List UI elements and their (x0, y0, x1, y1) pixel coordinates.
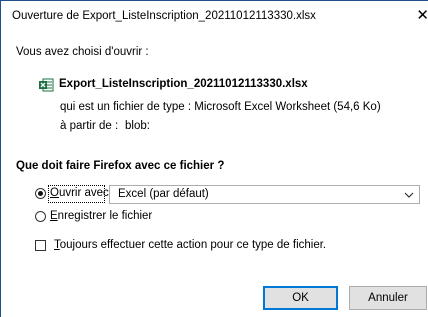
chevron-down-icon (403, 186, 415, 203)
excel-file-icon (38, 77, 54, 93)
save-file-accesskey: E (50, 210, 58, 222)
ok-button[interactable]: OK (263, 286, 338, 310)
save-file-label[interactable]: Enregistrer le fichier (50, 210, 152, 222)
save-file-radio[interactable] (35, 211, 46, 222)
application-select-value: Excel (par défaut) (118, 188, 209, 200)
question-heading: Que doit faire Firefox avec ce fichier ? (16, 160, 225, 172)
always-do-this-checkbox[interactable] (35, 240, 46, 251)
file-type-line: qui est un fichier de type : Microsoft E… (60, 101, 381, 113)
window-title: Ouverture de Export_ListeInscription_202… (12, 10, 316, 22)
cancel-button[interactable]: Annuler (349, 286, 427, 310)
application-select[interactable]: Excel (par défaut) (109, 185, 420, 204)
always-do-this-label-text: oujours effectuer cette action pour ce t… (59, 239, 327, 251)
save-file-label-text: nregistrer le fichier (57, 210, 153, 222)
open-file-dialog: Ouverture de Export_ListeInscription_202… (0, 0, 428, 317)
open-with-accesskey: O (50, 187, 59, 199)
intro-label: Vous avez choisi d'ouvrir : (16, 46, 149, 58)
title-bar: Ouverture de Export_ListeInscription_202… (2, 2, 428, 32)
source-value: blob: (125, 120, 150, 132)
source-prefix: à partir de : (60, 120, 119, 132)
file-name: Export_ListeInscription_20211012113330.x… (59, 78, 308, 90)
always-do-this-label[interactable]: Toujours effectuer cette action pour ce … (54, 239, 326, 251)
close-icon[interactable]: ✕ (415, 6, 428, 26)
open-with-label[interactable]: Ouvrir avec (50, 187, 109, 199)
open-with-label-text: uvrir avec (58, 187, 109, 199)
open-with-radio[interactable] (35, 188, 46, 199)
